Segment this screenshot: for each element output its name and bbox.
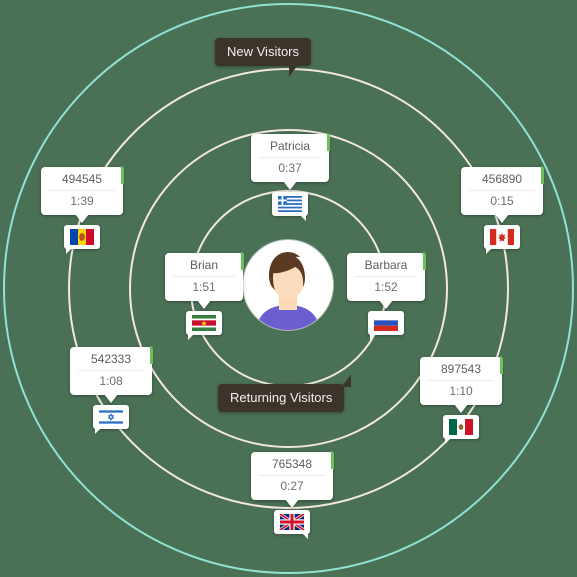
node-456890[interactable]: 456890 0:15	[461, 166, 544, 254]
node-patricia[interactable]: Patricia 0:37	[251, 133, 330, 221]
tooltip-pointer-icon	[289, 65, 299, 77]
divider	[259, 157, 321, 158]
card-pointer-icon	[285, 499, 299, 508]
node-label: 897543	[440, 362, 482, 376]
visitor-orbit-visualization: New Visitors Returning Visitors Patricia…	[0, 0, 577, 577]
node-card[interactable]: 542333 1:08	[70, 346, 153, 403]
tooltip-returning-visitors-label: Returning Visitors	[230, 390, 333, 405]
suriname-flag-icon	[186, 311, 222, 340]
divider	[428, 380, 494, 381]
russia-flag-icon	[368, 311, 404, 340]
node-label: Patricia	[269, 139, 310, 153]
divider	[49, 190, 115, 191]
tooltip-returning-visitors: Returning Visitors	[218, 375, 352, 412]
node-897543[interactable]: 897543 1:10	[420, 356, 503, 444]
node-time: 1:52	[374, 280, 398, 294]
node-label: Brian	[189, 258, 218, 272]
node-time: 0:37	[278, 161, 302, 175]
node-card[interactable]: Barbara 1:52	[347, 252, 426, 309]
moldova-flag-icon	[64, 225, 100, 254]
node-barbara[interactable]: Barbara 1:52	[347, 252, 426, 340]
node-494545[interactable]: 494545 1:39	[41, 166, 124, 254]
node-card[interactable]: Brian 1:51	[165, 252, 244, 309]
tooltip-new-visitors-label: New Visitors	[227, 44, 300, 59]
node-label: 542333	[90, 352, 132, 366]
tooltip-new-visitors: New Visitors	[215, 38, 312, 77]
card-pointer-icon	[197, 300, 211, 309]
node-card[interactable]: 897543 1:10	[420, 356, 503, 413]
node-label: 494545	[61, 172, 103, 186]
canada-flag-icon	[484, 225, 520, 254]
card-pointer-icon	[379, 300, 393, 309]
node-card[interactable]: 765348 0:27	[251, 451, 334, 508]
card-pointer-icon	[283, 181, 297, 190]
divider	[259, 475, 325, 476]
node-label: 456890	[481, 172, 523, 186]
node-time: 0:27	[280, 479, 304, 493]
card-pointer-icon	[75, 214, 89, 223]
mexico-flag-icon	[443, 415, 479, 444]
node-card[interactable]: Patricia 0:37	[251, 133, 330, 190]
card-pointer-icon	[495, 214, 509, 223]
divider	[355, 276, 417, 277]
node-brian[interactable]: Brian 1:51	[165, 252, 244, 340]
card-pointer-icon	[454, 404, 468, 413]
divider	[469, 190, 535, 191]
node-card[interactable]: 456890 0:15	[461, 166, 544, 223]
node-label: 765348	[271, 457, 313, 471]
node-time: 0:15	[490, 194, 514, 208]
node-time: 1:39	[70, 194, 94, 208]
tooltip-pointer-icon	[341, 375, 352, 387]
node-label: Barbara	[364, 258, 408, 272]
uk-flag-icon	[274, 510, 310, 539]
node-542333[interactable]: 542333 1:08	[70, 346, 153, 434]
node-time: 1:10	[449, 384, 473, 398]
node-time: 1:08	[99, 374, 123, 388]
card-pointer-icon	[104, 394, 118, 403]
greece-flag-icon	[272, 192, 308, 221]
center-avatar[interactable]	[243, 240, 333, 330]
node-card[interactable]: 494545 1:39	[41, 166, 124, 223]
node-time: 1:51	[192, 280, 216, 294]
divider	[78, 370, 144, 371]
israel-flag-icon	[93, 405, 129, 434]
node-765348[interactable]: 765348 0:27	[251, 451, 334, 539]
divider	[173, 276, 235, 277]
